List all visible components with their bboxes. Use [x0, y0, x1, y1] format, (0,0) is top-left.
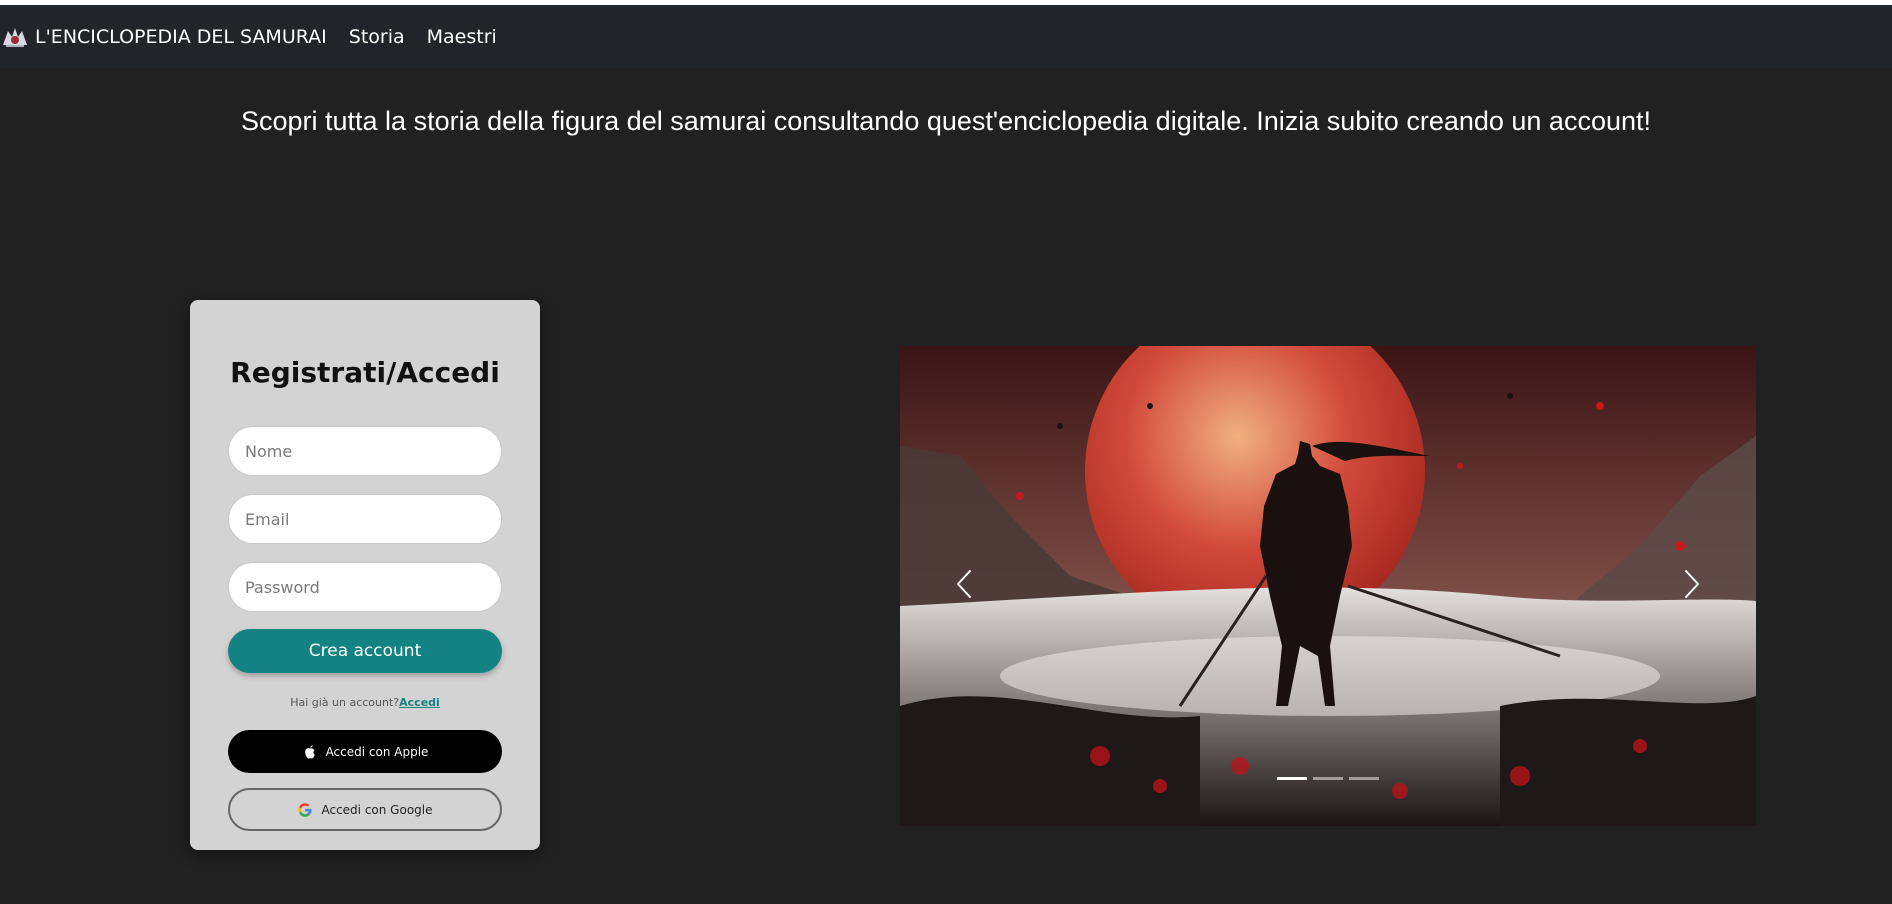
login-hint-text: Hai già un account? [290, 696, 400, 709]
chevron-left-icon [955, 569, 973, 603]
carousel-indicator[interactable] [1277, 777, 1307, 780]
brand-link[interactable]: L'ENCICLOPEDIA DEL SAMURAI [0, 25, 327, 49]
nav-link-maestri[interactable]: Maestri [427, 26, 497, 48]
carousel-indicators [900, 777, 1756, 780]
samurai-logo-icon [0, 25, 30, 49]
samurai-slide-image [900, 346, 1756, 826]
navbar: L'ENCICLOPEDIA DEL SAMURAI Storia Maestr… [0, 5, 1892, 68]
email-field[interactable] [228, 494, 502, 544]
register-card: Registrati/Accedi Crea account Hai già u… [190, 300, 540, 850]
apple-login-button[interactable]: Accedi con Apple [228, 730, 502, 773]
nav-link-storia[interactable]: Storia [349, 26, 405, 48]
google-login-label: Accedi con Google [321, 802, 433, 817]
page-tagline: Scopri tutta la storia della figura del … [240, 106, 1651, 136]
brand-text: L'ENCICLOPEDIA DEL SAMURAI [35, 25, 327, 48]
carousel-prev-button[interactable] [934, 556, 994, 616]
carousel-indicator[interactable] [1349, 777, 1379, 780]
create-account-button[interactable]: Crea account [228, 629, 502, 673]
password-field[interactable] [228, 562, 502, 612]
chevron-right-icon [1683, 569, 1701, 603]
form-title: Registrati/Accedi [230, 356, 500, 389]
login-hint: Hai già un account?Accedi [190, 696, 540, 709]
image-carousel [900, 346, 1756, 826]
name-field[interactable] [228, 426, 502, 476]
google-icon [297, 802, 313, 818]
apple-icon [302, 744, 318, 760]
google-login-button[interactable]: Accedi con Google [228, 788, 502, 831]
carousel-indicator[interactable] [1313, 777, 1343, 780]
login-link[interactable]: Accedi [399, 696, 440, 709]
carousel-next-button[interactable] [1662, 556, 1722, 616]
apple-login-label: Accedi con Apple [325, 744, 429, 759]
